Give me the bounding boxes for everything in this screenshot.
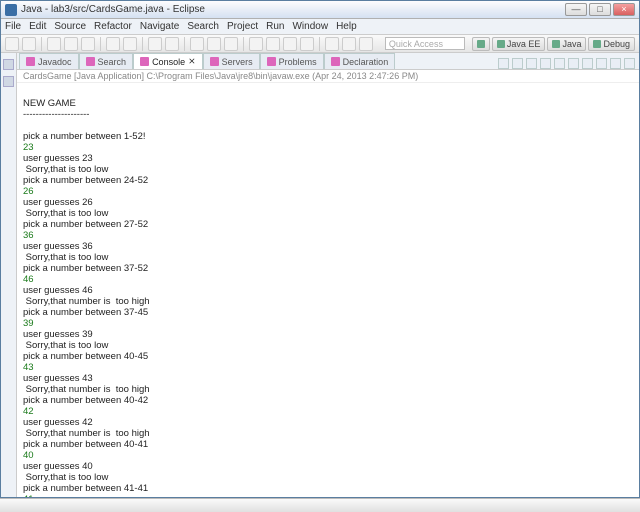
misc2-icon[interactable] (342, 37, 356, 51)
app-window: Java - lab3/src/CardsGame.java - Eclipse… (0, 0, 640, 498)
pin-console-icon[interactable] (568, 58, 579, 69)
os-taskbar[interactable] (0, 498, 640, 512)
console-icon (140, 57, 149, 66)
open-type-icon[interactable] (148, 37, 162, 51)
step2-icon[interactable] (283, 37, 297, 51)
javadoc-icon (26, 57, 35, 66)
menu-file[interactable]: File (5, 21, 21, 32)
restore-view2-icon[interactable] (3, 76, 14, 87)
view-tabs: Javadoc Search Console ⨯ Servers Problem… (17, 53, 639, 70)
open-console-icon[interactable] (596, 58, 607, 69)
tab-search[interactable]: Search (79, 53, 134, 69)
servers-icon (210, 57, 219, 66)
debug-persp-icon (593, 40, 601, 48)
run-icon[interactable] (64, 37, 78, 51)
tab-declaration[interactable]: Declaration (324, 53, 396, 69)
separator (100, 37, 101, 51)
nav-fwd-icon[interactable] (224, 37, 238, 51)
new-icon[interactable] (5, 37, 19, 51)
problems-icon (267, 57, 276, 66)
minimize-button[interactable]: — (565, 3, 587, 16)
display-select-icon[interactable] (582, 58, 593, 69)
open-perspective-button[interactable] (472, 37, 490, 51)
scroll-lock-icon[interactable] (540, 58, 551, 69)
misc-icon[interactable] (325, 37, 339, 51)
java-icon (552, 40, 560, 48)
remove-all-icon[interactable] (526, 58, 537, 69)
separator (243, 37, 244, 51)
save-icon[interactable] (22, 37, 36, 51)
titlebar[interactable]: Java - lab3/src/CardsGame.java - Eclipse… (1, 1, 639, 19)
eclipse-icon (5, 4, 17, 16)
left-trim (1, 53, 17, 497)
separator (142, 37, 143, 51)
maximize-button[interactable]: □ (589, 3, 611, 16)
misc3-icon[interactable] (359, 37, 373, 51)
toolbar: Quick Access Java EE Java Debug (1, 35, 639, 53)
debug-icon[interactable] (47, 37, 61, 51)
menubar: File Edit Source Refactor Navigate Searc… (1, 19, 639, 35)
window-title: Java - lab3/src/CardsGame.java - Eclipse (21, 4, 565, 15)
tab-servers[interactable]: Servers (203, 53, 260, 69)
javaee-icon (497, 40, 505, 48)
quick-access-input[interactable]: Quick Access (385, 37, 465, 50)
remove-launch-icon[interactable] (512, 58, 523, 69)
pin-icon[interactable] (249, 37, 263, 51)
menu-source[interactable]: Source (54, 21, 86, 32)
perspective-java[interactable]: Java (547, 37, 586, 51)
menu-refactor[interactable]: Refactor (94, 21, 132, 32)
menu-navigate[interactable]: Navigate (140, 21, 179, 32)
menu-run[interactable]: Run (266, 21, 284, 32)
run-last-icon[interactable] (81, 37, 95, 51)
console-output[interactable]: NEW GAME --------------------- pick a nu… (17, 83, 639, 497)
tab-javadoc[interactable]: Javadoc (19, 53, 79, 69)
menu-help[interactable]: Help (336, 21, 357, 32)
nav-back-icon[interactable] (207, 37, 221, 51)
menu-window[interactable]: Window (292, 21, 328, 32)
toggle-icon[interactable] (190, 37, 204, 51)
tab-problems[interactable]: Problems (260, 53, 324, 69)
step3-icon[interactable] (300, 37, 314, 51)
console-process-label: CardsGame [Java Application] C:\Program … (17, 70, 639, 83)
search-icon[interactable] (165, 37, 179, 51)
restore-view-icon[interactable] (3, 59, 14, 70)
menu-edit[interactable]: Edit (29, 21, 46, 32)
close-button[interactable]: × (613, 3, 635, 16)
menu-search[interactable]: Search (187, 21, 219, 32)
separator (319, 37, 320, 51)
menu-project[interactable]: Project (227, 21, 258, 32)
step-icon[interactable] (266, 37, 280, 51)
minimize-view-icon[interactable] (610, 58, 621, 69)
clear-console-icon[interactable] (554, 58, 565, 69)
separator (41, 37, 42, 51)
terminate-icon[interactable] (498, 58, 509, 69)
declaration-icon (331, 57, 340, 66)
tab-console[interactable]: Console ⨯ (133, 53, 203, 69)
new-class-icon[interactable] (123, 37, 137, 51)
grid-icon (477, 40, 485, 48)
new-package-icon[interactable] (106, 37, 120, 51)
perspective-javaee[interactable]: Java EE (492, 37, 546, 51)
perspective-debug[interactable]: Debug (588, 37, 635, 51)
maximize-view-icon[interactable] (624, 58, 635, 69)
search-tab-icon (86, 57, 95, 66)
separator (184, 37, 185, 51)
